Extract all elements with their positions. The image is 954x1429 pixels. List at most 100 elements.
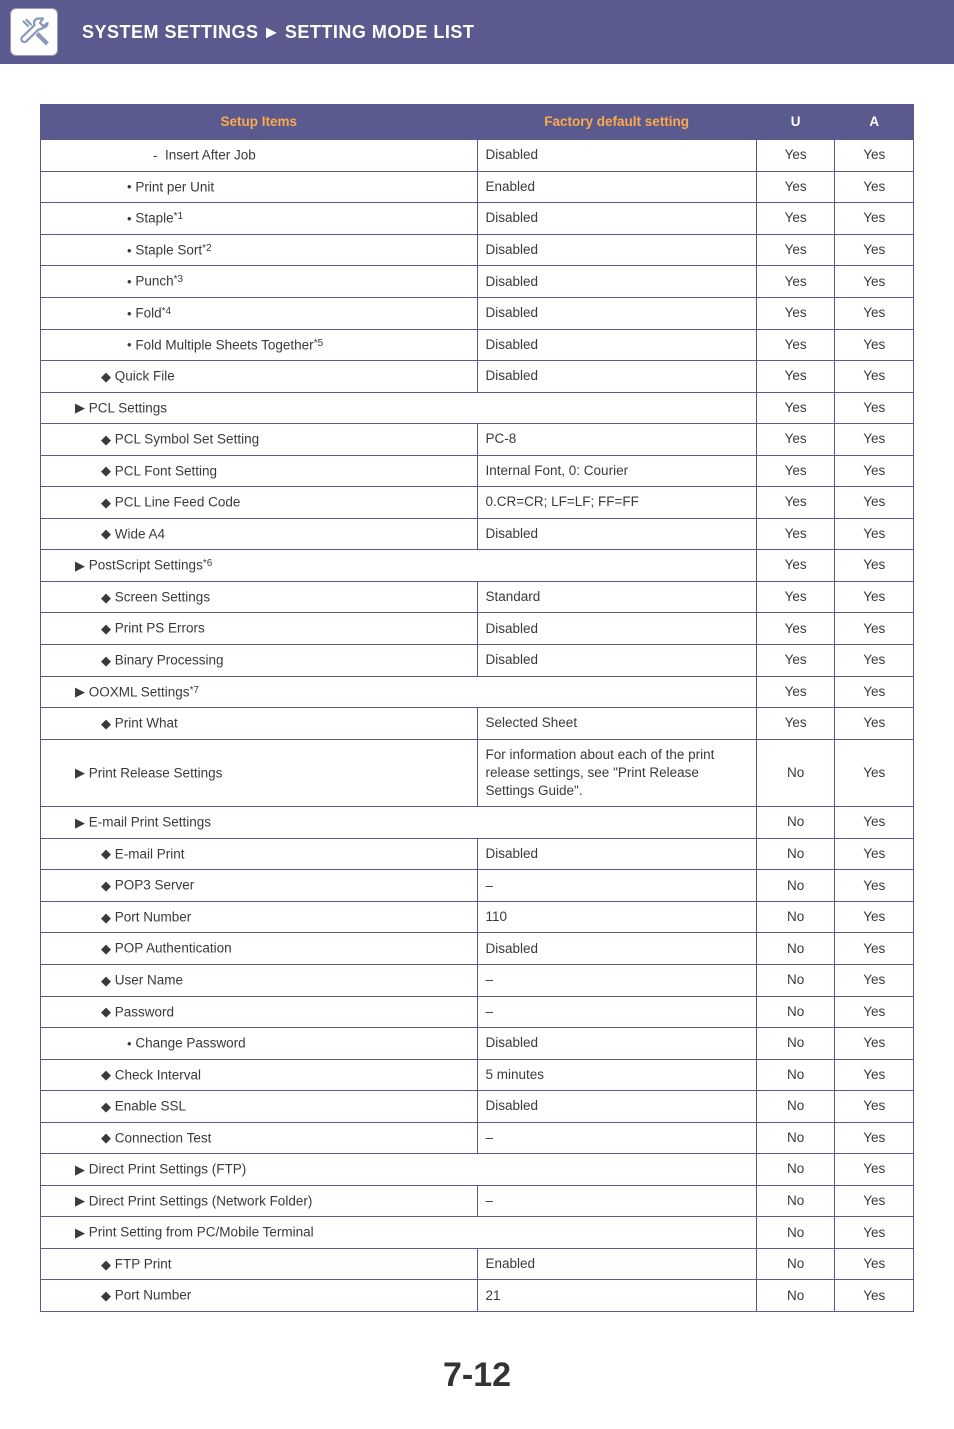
dash-icon: - xyxy=(153,147,161,165)
table-row: ◆ Binary ProcessingDisabledYesYes xyxy=(41,644,914,676)
setup-item-label: FTP Print xyxy=(115,1256,172,1271)
u-cell: Yes xyxy=(756,361,835,393)
table-row: ◆ Quick FileDisabledYesYes xyxy=(41,361,914,393)
factory-default-cell: Enabled xyxy=(477,1248,756,1280)
table-row: ▶ Print Release SettingsFor information … xyxy=(41,739,914,807)
a-cell: Yes xyxy=(835,965,914,997)
table-row: ◆ Port Number110NoYes xyxy=(41,901,914,933)
header-left-text: SYSTEM SETTINGS xyxy=(82,22,259,43)
col-factory-default: Factory default setting xyxy=(477,105,756,140)
setup-item-label: Direct Print Settings (FTP) xyxy=(89,1162,247,1177)
setup-item-cell: ▶ Print Setting from PC/Mobile Terminal xyxy=(41,1217,478,1249)
setup-item-cell: ▶ OOXML Settings*7 xyxy=(41,676,478,708)
factory-default-cell: – xyxy=(477,1122,756,1154)
factory-default-cell: Disabled xyxy=(477,140,756,172)
a-cell: Yes xyxy=(835,933,914,965)
setup-item-label: Print PS Errors xyxy=(115,621,205,636)
a-cell: Yes xyxy=(835,581,914,613)
a-cell: Yes xyxy=(835,361,914,393)
factory-default-cell: Disabled xyxy=(477,1028,756,1060)
setup-item-cell: • Punch*3 xyxy=(41,266,478,298)
a-cell: Yes xyxy=(835,203,914,235)
table-row: ◆ Connection Test–NoYes xyxy=(41,1122,914,1154)
a-cell: Yes xyxy=(835,1154,914,1186)
setup-item-label: PCL Settings xyxy=(89,400,167,415)
setup-item-label: Binary Processing xyxy=(115,652,224,667)
a-cell: Yes xyxy=(835,1122,914,1154)
setup-item-label: PCL Line Feed Code xyxy=(115,495,241,510)
u-cell: No xyxy=(756,1154,835,1186)
a-cell: Yes xyxy=(835,455,914,487)
table-row: • Staple*1DisabledYesYes xyxy=(41,203,914,235)
bullet-icon: • xyxy=(127,242,132,260)
setup-item-label: PCL Symbol Set Setting xyxy=(115,431,259,446)
table-row: • Staple Sort*2DisabledYesYes xyxy=(41,234,914,266)
a-cell: Yes xyxy=(835,297,914,329)
setup-item-label: POP Authentication xyxy=(115,941,232,956)
diamond-icon: ◆ xyxy=(101,715,111,733)
setup-item-cell: ◆ Connection Test xyxy=(41,1122,478,1154)
a-cell: Yes xyxy=(835,708,914,740)
col-setup-items: Setup Items xyxy=(41,105,478,140)
table-row: ◆ Print PS ErrorsDisabledYesYes xyxy=(41,613,914,645)
u-cell: No xyxy=(756,1248,835,1280)
factory-default-cell: Disabled xyxy=(477,266,756,298)
table-row: ▶ Direct Print Settings (FTP)NoYes xyxy=(41,1154,914,1186)
breadcrumb-arrow-icon: ► xyxy=(263,22,281,43)
a-cell: Yes xyxy=(835,550,914,582)
factory-default-cell: 5 minutes xyxy=(477,1059,756,1091)
superscript: *5 xyxy=(314,338,323,349)
u-cell: Yes xyxy=(756,203,835,235)
setup-item-cell: ◆ Port Number xyxy=(41,901,478,933)
a-cell: Yes xyxy=(835,901,914,933)
setup-item-label: E-mail Print xyxy=(115,846,185,861)
factory-default-cell: 21 xyxy=(477,1280,756,1312)
factory-default-cell: Enabled xyxy=(477,171,756,203)
u-cell: No xyxy=(756,1122,835,1154)
setup-item-cell: ◆ PCL Symbol Set Setting xyxy=(41,424,478,456)
factory-default-cell: Selected Sheet xyxy=(477,708,756,740)
u-cell: No xyxy=(756,807,835,839)
u-cell: Yes xyxy=(756,613,835,645)
setup-item-cell: ◆ Print PS Errors xyxy=(41,613,478,645)
a-cell: Yes xyxy=(835,234,914,266)
factory-default-cell: Disabled xyxy=(477,644,756,676)
a-cell: Yes xyxy=(835,613,914,645)
factory-default-cell: Disabled xyxy=(477,1091,756,1123)
diamond-icon: ◆ xyxy=(101,972,111,990)
u-cell: No xyxy=(756,870,835,902)
col-a: A xyxy=(835,105,914,140)
setup-item-cell: ◆ Print What xyxy=(41,708,478,740)
factory-default-cell: For information about each of the print … xyxy=(477,739,756,807)
setup-item-label: Connection Test xyxy=(115,1130,212,1145)
factory-default-cell: 110 xyxy=(477,901,756,933)
a-cell: Yes xyxy=(835,1091,914,1123)
table-row: ◆ PCL Line Feed Code0.CR=CR; LF=LF; FF=F… xyxy=(41,487,914,519)
setup-item-cell: ◆ Quick File xyxy=(41,361,478,393)
a-cell: Yes xyxy=(835,329,914,361)
diamond-icon: ◆ xyxy=(101,462,111,480)
setup-item-cell: ▶ Print Release Settings xyxy=(41,739,478,807)
table-row: ◆ POP3 Server–NoYes xyxy=(41,870,914,902)
table-header-row: Setup Items Factory default setting U A xyxy=(41,105,914,140)
setup-item-cell: ◆ Password xyxy=(41,996,478,1028)
content-area: Setup Items Factory default setting U A … xyxy=(0,64,954,1332)
page-number: 7-12 xyxy=(0,1332,954,1429)
setup-item-label: Fold Multiple Sheets Together xyxy=(135,337,313,352)
setup-item-label: Punch xyxy=(135,274,173,289)
factory-default-cell xyxy=(477,676,756,708)
triangle-right-icon: ▶ xyxy=(75,683,85,701)
diamond-icon: ◆ xyxy=(101,877,111,895)
table-row: ◆ Print WhatSelected SheetYesYes xyxy=(41,708,914,740)
u-cell: Yes xyxy=(756,518,835,550)
factory-default-cell: Disabled xyxy=(477,613,756,645)
setup-item-cell: • Fold*4 xyxy=(41,297,478,329)
table-row: • Fold*4DisabledYesYes xyxy=(41,297,914,329)
factory-default-cell: Standard xyxy=(477,581,756,613)
superscript: *7 xyxy=(190,685,199,696)
diamond-icon: ◆ xyxy=(101,494,111,512)
u-cell: Yes xyxy=(756,676,835,708)
a-cell: Yes xyxy=(835,807,914,839)
diamond-icon: ◆ xyxy=(101,940,111,958)
factory-default-cell: PC-8 xyxy=(477,424,756,456)
